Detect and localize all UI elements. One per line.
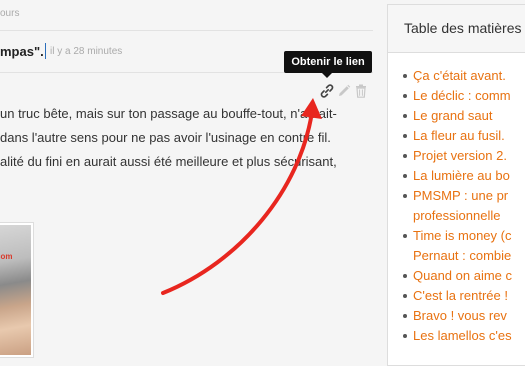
toc-item[interactable]: Le déclic : comm [403, 86, 525, 106]
post-body-line: un truc bête, mais sur ton passage au bo… [0, 106, 337, 121]
post-meta: ours [0, 8, 20, 19]
post-body-line: alité du fini en aurait aussi été meille… [0, 154, 337, 169]
toc-item[interactable]: La lumière au bo [403, 166, 525, 186]
toc-item[interactable]: Les lamellos c'es [403, 326, 525, 346]
trash-icon[interactable] [355, 84, 367, 98]
tooltip-arrow [322, 73, 332, 78]
toc-item[interactable]: Ça c'était avant. [403, 66, 525, 86]
toc-item[interactable]: PMSMP : une pr [403, 186, 525, 206]
post-image-thumbnail[interactable]: com [0, 223, 33, 357]
post-body-line: dans l'autre sens pour ne pas avoir l'us… [0, 130, 331, 145]
toc-item-continuation[interactable]: Pernaut : combie [403, 246, 525, 266]
post-title[interactable]: mpas". [0, 44, 44, 59]
link-icon[interactable] [319, 83, 335, 99]
get-link-tooltip: Obtenir le lien [284, 51, 372, 73]
toc-item-continuation[interactable]: professionnelle [403, 206, 525, 226]
thumbnail-caption: com [0, 252, 13, 261]
table-of-contents-list: Ça c'était avant. Le déclic : comm Le gr… [388, 53, 525, 346]
post-body: un truc bête, mais sur ton passage au bo… [0, 102, 373, 174]
post-area: ours mpas". il y a 28 minutes Obtenir le… [0, 0, 373, 357]
toc-item[interactable]: Quand on aime c [403, 266, 525, 286]
pencil-icon[interactable] [337, 84, 351, 98]
toc-item[interactable]: C'est la rentrée ! [403, 286, 525, 306]
toc-item[interactable]: Projet version 2. [403, 146, 525, 166]
divider [0, 30, 373, 31]
toc-item[interactable]: Time is money (c [403, 226, 525, 246]
title-separator [45, 43, 46, 59]
post-timestamp: il y a 28 minutes [50, 46, 123, 57]
toc-item[interactable]: La fleur au fusil. [403, 126, 525, 146]
table-of-contents-panel: Table des matières Ça c'était avant. Le … [387, 4, 525, 366]
toc-item[interactable]: Bravo ! vous rev [403, 306, 525, 326]
toc-item[interactable]: Le grand saut [403, 106, 525, 126]
table-of-contents-title: Table des matières [388, 5, 525, 53]
